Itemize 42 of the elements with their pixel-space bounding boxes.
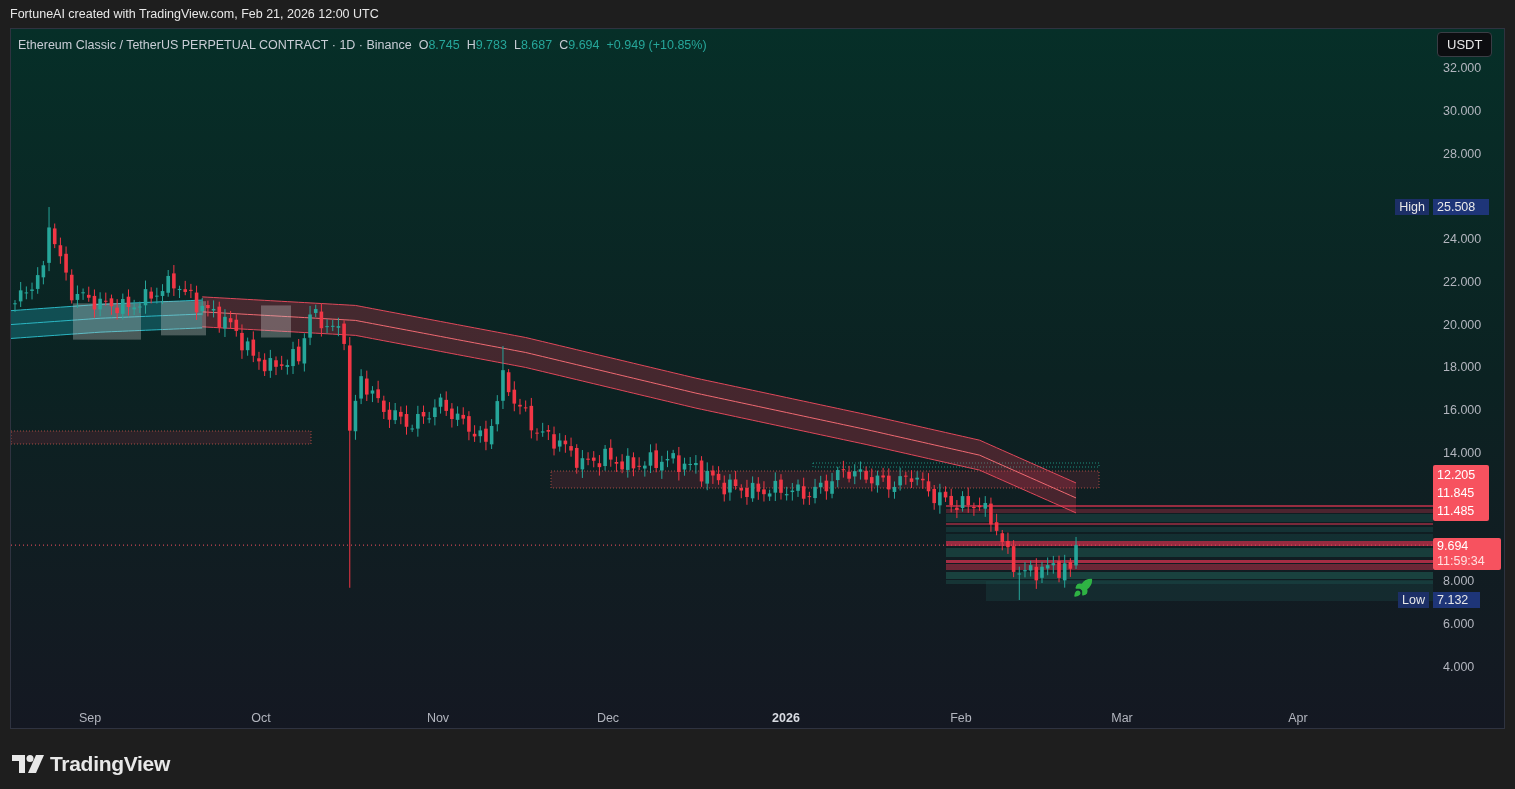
price-axis-label: 32.000: [1443, 61, 1482, 75]
extreme-price-tag: 25.508: [1433, 198, 1489, 215]
ohlc-key: C: [559, 36, 569, 55]
price-axis-label: 22.000: [1443, 274, 1482, 289]
price-axis-label: 30.000: [1443, 103, 1482, 118]
time-axis-label: Dec: [596, 710, 620, 727]
brand-name: TradingView: [50, 751, 170, 777]
time-axis-label: Sep: [78, 710, 102, 727]
currency-button[interactable]: USDT: [1437, 32, 1493, 57]
price-axis-label: 6.000: [1443, 617, 1475, 632]
price-tag: 11.485: [1433, 502, 1489, 520]
high-label: High: [1395, 198, 1429, 215]
last-price-value: 9.694: [1437, 539, 1470, 554]
ohlc-key: H: [466, 36, 476, 55]
ohlc-value: 8.745: [428, 37, 460, 54]
ohlc-value: 9.694: [568, 37, 600, 54]
ohlc-key: L: [513, 36, 521, 55]
time-axis-label: 2026: [772, 710, 800, 727]
price-axis-label: 14.000: [1443, 446, 1482, 460]
time-axis-label: Nov: [426, 710, 450, 727]
price-tag: 12.205: [1433, 466, 1489, 484]
ohlc-value: 8.687: [520, 37, 553, 54]
time-axis-label: Feb: [950, 710, 972, 727]
price-tag: 11.845: [1433, 484, 1489, 502]
price-axis-label: 24.000: [1443, 232, 1482, 247]
extreme-price-tag: 7.132: [1433, 591, 1480, 608]
time-axis-label: Mar: [1111, 710, 1133, 727]
time-axis-label: Apr: [1288, 710, 1308, 727]
price-axis-label: 20.000: [1443, 317, 1482, 332]
price-change: +0.949 (+10.85%): [606, 37, 707, 54]
ohlc-key: O: [418, 36, 429, 55]
price-axis-label: 4.000: [1443, 659, 1475, 674]
symbol-title: Ethereum Classic / TetherUS PERPETUAL CONTRACT · 1D · Binance: [18, 37, 412, 54]
time-axis-label: Oct: [251, 710, 271, 727]
price-axis-label: 16.000: [1443, 403, 1482, 418]
price-axis-label: 28.000: [1443, 146, 1482, 161]
countdown-text: 11:59:34: [1437, 554, 1486, 569]
price-axis-label: 8.000: [1443, 574, 1475, 589]
price-axis-label: 18.000: [1443, 360, 1482, 375]
low-label: Low: [1398, 591, 1429, 608]
ohlc-value: 9.783: [475, 37, 507, 54]
attribution-text: FortuneAI created with TradingView.com, Feb 21, 2026 12:00 UTC: [10, 5, 379, 23]
